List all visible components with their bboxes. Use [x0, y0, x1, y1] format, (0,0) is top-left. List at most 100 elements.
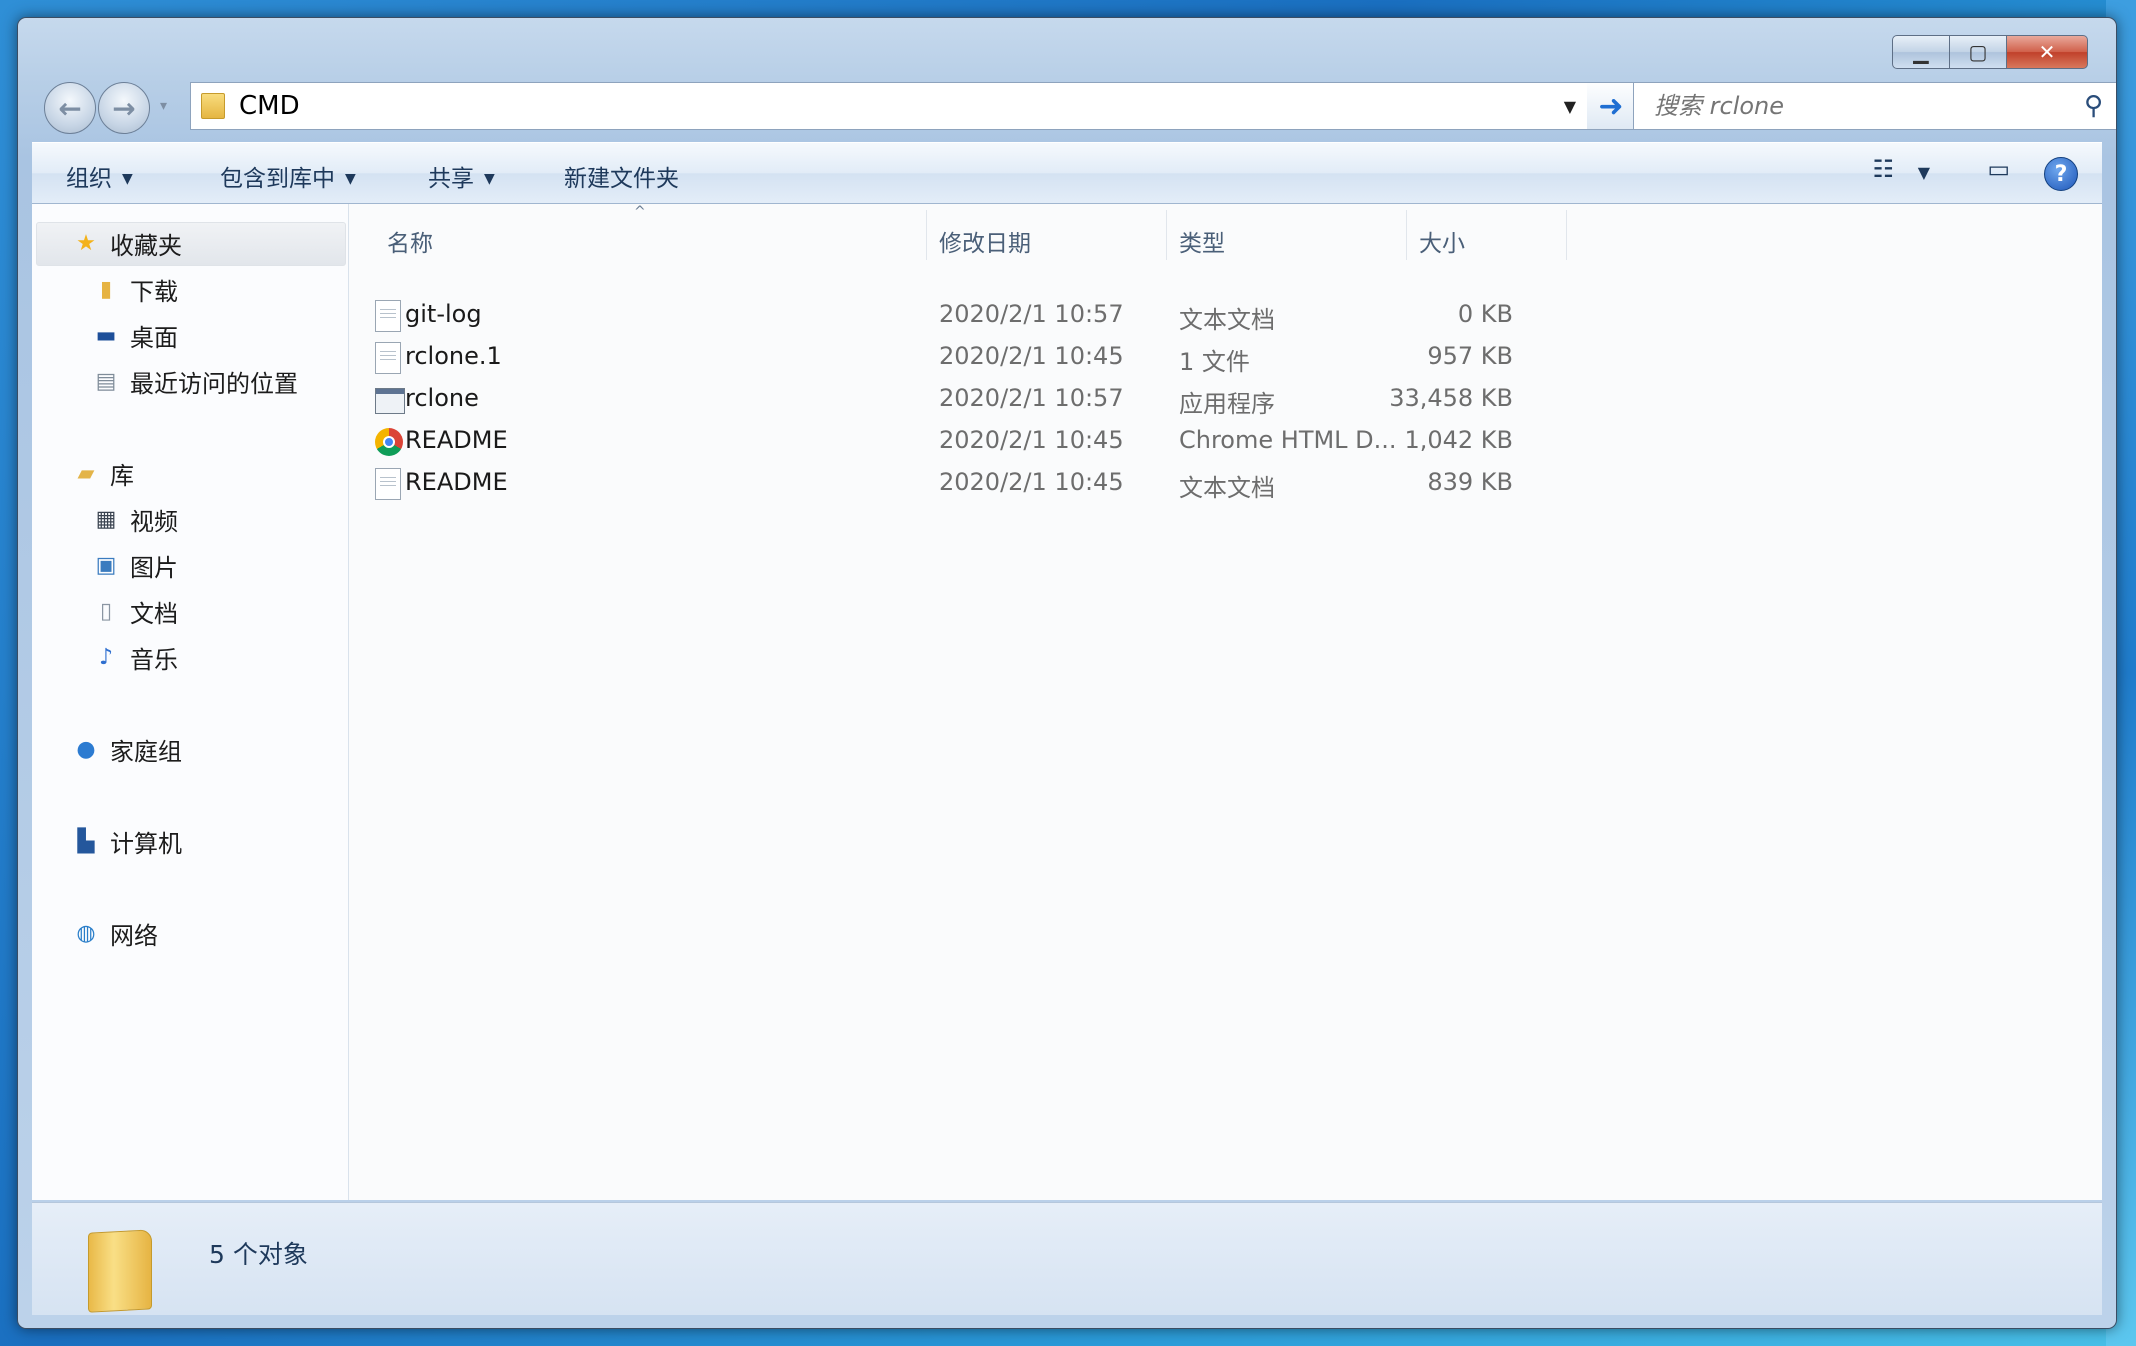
column-header-name[interactable]: 名称: [387, 224, 433, 258]
application-icon: [375, 388, 405, 414]
view-list-icon: ☷: [1872, 155, 1894, 183]
address-input[interactable]: [237, 90, 1541, 122]
column-header-size[interactable]: 大小: [1419, 224, 1465, 258]
sidebar-item-music[interactable]: ♪ 音乐: [92, 640, 178, 675]
minimize-icon: ▁: [1913, 40, 1929, 64]
music-icon: ♪: [98, 645, 114, 670]
sidebar-item-desktop[interactable]: ▬ 桌面: [92, 318, 178, 353]
file-type: 应用程序: [1179, 390, 1275, 418]
organize-label: 组织: [66, 166, 112, 192]
caret-down-icon: ▼: [345, 171, 356, 187]
network-icon: ◍: [76, 921, 96, 946]
column-header-date[interactable]: 修改日期: [939, 224, 1031, 258]
close-button[interactable]: ✕: [2007, 35, 2088, 69]
sidebar-item-label: 桌面: [130, 324, 178, 352]
video-icon: ▦: [95, 507, 117, 532]
minimize-button[interactable]: ▁: [1892, 35, 1950, 69]
column-divider[interactable]: [1166, 210, 1167, 260]
pictures-icon: ▣: [95, 553, 117, 578]
share-label: 共享: [428, 166, 474, 192]
sidebar-item-label: 收藏夹: [110, 232, 182, 260]
sidebar-item-recent-places[interactable]: ▤ 最近访问的位置: [92, 364, 298, 399]
help-icon: ?: [2054, 161, 2068, 187]
change-view-button[interactable]: ☷: [1872, 155, 1894, 183]
sidebar-item-downloads[interactable]: ▮ 下载: [92, 272, 178, 307]
sidebar-item-computer[interactable]: ▙ 计算机: [72, 824, 182, 859]
file-name: rclone.1: [405, 342, 502, 370]
sidebar-item-homegroup[interactable]: ● 家庭组: [72, 732, 182, 767]
sidebar-item-label: 家庭组: [110, 738, 182, 766]
sidebar-item-label: 计算机: [110, 830, 182, 858]
libraries-icon: ▰: [77, 461, 95, 486]
column-header-type[interactable]: 类型: [1179, 224, 1225, 258]
back-button[interactable]: ←: [44, 82, 96, 134]
search-input[interactable]: [1652, 91, 2056, 121]
star-icon: ★: [76, 231, 96, 256]
share-menu[interactable]: 共享 ▼: [428, 159, 495, 193]
new-folder-button[interactable]: 新建文件夹: [564, 159, 679, 193]
file-date: 2020/2/1 10:45: [939, 468, 1124, 496]
navigation-bar: ← → ▾ ▼ ➜ ⚲: [32, 80, 2116, 134]
include-in-library-label: 包含到库中: [220, 166, 335, 192]
maximize-button[interactable]: ▢: [1950, 35, 2007, 69]
search-icon[interactable]: ⚲: [2084, 91, 2103, 121]
chrome-icon: [375, 428, 403, 456]
include-in-library-menu[interactable]: 包含到库中 ▼: [220, 159, 356, 193]
sort-ascending-icon: ^: [634, 204, 646, 220]
sidebar-item-label: 最近访问的位置: [130, 370, 298, 398]
file-row[interactable]: rclone 2020/2/1 10:57 应用程序 33,458 KB: [349, 378, 1549, 418]
file-row[interactable]: README 2020/2/1 10:45 Chrome HTML D... 1…: [349, 420, 1549, 460]
sidebar-item-favorites[interactable]: ★ 收藏夹: [72, 226, 182, 261]
help-button[interactable]: ?: [2044, 157, 2078, 191]
details-pane: 5 个对象: [32, 1202, 2102, 1315]
sidebar-item-label: 库: [110, 462, 134, 490]
file-size: 0 KB: [1457, 300, 1513, 328]
folder-icon: [201, 93, 225, 119]
recent-places-icon: ▤: [95, 369, 117, 394]
go-arrow-icon: ➜: [1598, 88, 1624, 124]
folder-icon: [88, 1229, 152, 1313]
file-name: git-log: [405, 300, 482, 328]
sidebar-item-network[interactable]: ◍ 网络: [72, 916, 158, 951]
go-button[interactable]: ➜: [1587, 82, 1636, 130]
sidebar-item-pictures[interactable]: ▣ 图片: [92, 548, 178, 583]
file-row[interactable]: README 2020/2/1 10:45 文本文档 839 KB: [349, 462, 1549, 502]
caption-buttons: ▁ ▢ ✕: [1892, 35, 2088, 69]
preview-pane-button[interactable]: ▭: [1987, 155, 2010, 183]
view-options-dropdown[interactable]: ▼: [1918, 163, 1930, 182]
file-row[interactable]: rclone.1 2020/2/1 10:45 1 文件 957 KB: [349, 336, 1549, 376]
homegroup-icon: ●: [76, 737, 96, 762]
search-box[interactable]: ⚲: [1633, 82, 2116, 130]
command-toolbar: 组织 ▼ 包含到库中 ▼ 共享 ▼ 新建文件夹 ☷ ▼ ▭ ?: [32, 142, 2102, 204]
caret-down-icon: ▼: [122, 171, 133, 187]
file-list: ^ 名称 修改日期 类型 大小 git-log 2020/2/1 10:57 文…: [349, 204, 2102, 1200]
file-name: rclone: [405, 384, 479, 412]
navigation-pane: ★ 收藏夹 ▮ 下载 ▬ 桌面 ▤ 最近访问的位置 ▰ 库 ▦ 视频 ▣ 图片 ▯ 文档 ♪ 音乐…: [32, 204, 349, 1200]
recent-pages-dropdown[interactable]: ▾: [160, 98, 167, 114]
column-divider[interactable]: [926, 210, 927, 260]
sidebar-item-documents[interactable]: ▯ 文档: [92, 594, 178, 629]
file-name: README: [405, 468, 508, 496]
file-date: 2020/2/1 10:45: [939, 426, 1124, 454]
back-arrow-icon: ←: [58, 91, 82, 125]
column-divider[interactable]: [1566, 210, 1567, 260]
sidebar-item-label: 文档: [130, 600, 178, 628]
column-divider[interactable]: [1406, 210, 1407, 260]
file-row[interactable]: git-log 2020/2/1 10:57 文本文档 0 KB: [349, 294, 1549, 334]
file-type: 文本文档: [1179, 474, 1275, 502]
file-date: 2020/2/1 10:45: [939, 342, 1124, 370]
content-area: ★ 收藏夹 ▮ 下载 ▬ 桌面 ▤ 最近访问的位置 ▰ 库 ▦ 视频 ▣ 图片 ▯ 文档 ♪ 音乐…: [32, 204, 2102, 1200]
close-icon: ✕: [2038, 40, 2056, 64]
new-folder-label: 新建文件夹: [564, 166, 679, 192]
sidebar-item-videos[interactable]: ▦ 视频: [92, 502, 178, 537]
forward-arrow-icon: →: [112, 91, 136, 125]
sidebar-item-label: 网络: [110, 922, 158, 950]
address-bar[interactable]: ▼: [190, 82, 1589, 130]
file-date: 2020/2/1 10:57: [939, 384, 1124, 412]
forward-button[interactable]: →: [98, 82, 150, 134]
sidebar-item-libraries[interactable]: ▰ 库: [72, 456, 134, 491]
sidebar-item-label: 图片: [130, 554, 178, 582]
organize-menu[interactable]: 组织 ▼: [66, 159, 133, 193]
file-size: 839 KB: [1427, 468, 1513, 496]
address-dropdown-icon[interactable]: ▼: [1564, 97, 1576, 116]
